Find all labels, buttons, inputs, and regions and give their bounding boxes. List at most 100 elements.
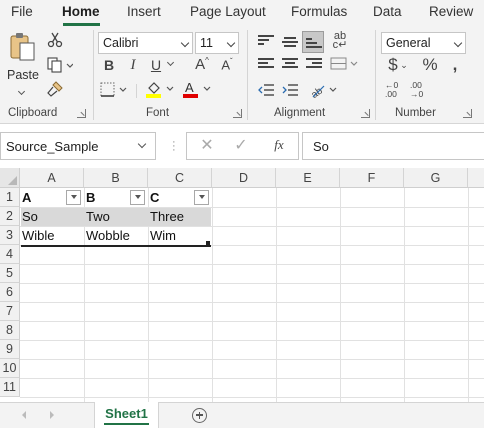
column-header-d[interactable]: D [212, 168, 276, 188]
column-header-partial[interactable] [468, 168, 484, 188]
number-format-select[interactable]: General [381, 32, 466, 54]
row-header-7[interactable]: 7 [0, 302, 20, 321]
align-top-button[interactable] [258, 35, 274, 47]
column-header-f[interactable]: F [340, 168, 404, 188]
borders-button[interactable] [100, 82, 128, 98]
table-cell-c3[interactable]: Wim [148, 226, 212, 245]
clipboard-launcher-icon[interactable] [77, 109, 86, 118]
font-family-select[interactable]: Calibri [98, 32, 193, 54]
row-header-11[interactable]: 11 [0, 378, 20, 397]
wrap-text-button[interactable]: ab c↵ [332, 31, 348, 51]
column-header-c[interactable]: C [148, 168, 212, 188]
table-cell-a2[interactable]: So [20, 207, 84, 226]
name-box[interactable]: Source_Sample [0, 132, 156, 160]
paste-button[interactable]: Paste [6, 32, 40, 88]
align-bottom-button[interactable] [302, 31, 324, 53]
font-color-icon: A [183, 80, 211, 98]
column-header-b[interactable]: B [84, 168, 148, 188]
select-all-button[interactable] [0, 168, 20, 188]
row-header-9[interactable]: 9 [0, 340, 20, 359]
filter-dropdown-icon[interactable] [130, 190, 145, 205]
chevron-down-icon [226, 38, 236, 48]
column-header-e[interactable]: E [276, 168, 340, 188]
table-cell-a3[interactable]: Wible [20, 226, 84, 245]
column-header-g[interactable]: G [404, 168, 468, 188]
decrease-font-size-button[interactable]: Aˇ [219, 58, 235, 72]
insert-function-button[interactable]: fx [269, 138, 289, 151]
table-cell-b2[interactable]: Two [84, 207, 148, 226]
row-header-3[interactable]: 3 [0, 226, 20, 245]
format-painter-button[interactable] [46, 81, 64, 99]
filter-dropdown-icon[interactable] [194, 190, 209, 205]
sheet-tab-bar: Sheet1 [0, 402, 484, 428]
filter-dropdown-icon[interactable] [66, 190, 81, 205]
fill-color-button[interactable] [145, 80, 177, 98]
enter-check-icon[interactable]: ✓ [233, 138, 249, 154]
paste-dropdown-chevron-icon[interactable] [17, 87, 26, 96]
increase-decimal-button[interactable]: ←0.00 [385, 81, 405, 99]
underline-button[interactable]: U [149, 58, 163, 72]
gridline [20, 397, 484, 398]
chevron-down-icon [180, 38, 190, 48]
cut-button[interactable] [46, 32, 64, 50]
formula-bar: Source_Sample · · · ✕ ✓ fx So [0, 130, 484, 162]
gridline [20, 340, 484, 341]
alignment-launcher-icon[interactable] [361, 109, 370, 118]
paste-label: Paste [7, 68, 39, 82]
underline-dropdown-chevron-icon[interactable] [166, 58, 175, 67]
font-color-button[interactable]: A [182, 80, 214, 98]
add-sheet-icon[interactable] [192, 408, 207, 423]
table-cell-b3[interactable]: Wobble [84, 226, 148, 245]
tab-formulas[interactable]: Formulas [291, 4, 347, 19]
increase-indent-button[interactable] [281, 83, 299, 97]
row-header-4[interactable]: 4 [0, 245, 20, 264]
align-right-button[interactable] [306, 58, 322, 70]
align-middle-button[interactable] [282, 37, 298, 49]
column-header-a[interactable]: A [20, 168, 84, 188]
row-header-6[interactable]: 6 [0, 283, 20, 302]
scroll-left-icon[interactable] [22, 411, 26, 419]
bold-button[interactable]: B [102, 58, 116, 72]
align-center-button[interactable] [282, 58, 298, 70]
sheet-tab-label: Sheet1 [105, 406, 148, 421]
scroll-right-icon[interactable] [50, 411, 54, 419]
font-launcher-icon[interactable] [233, 109, 242, 118]
tab-home[interactable]: Home [62, 4, 100, 19]
align-left-button[interactable] [258, 58, 274, 70]
decrease-decimal-button[interactable]: .00 →0 [410, 81, 430, 99]
table-resize-handle[interactable] [206, 241, 210, 245]
comma-style-button[interactable]: , [449, 56, 461, 73]
tab-insert[interactable]: Insert [127, 4, 161, 19]
group-divider [136, 84, 137, 98]
increase-font-size-button[interactable]: A^ [194, 57, 210, 73]
gridline [20, 359, 484, 360]
number-launcher-icon[interactable] [463, 109, 472, 118]
row-header-2[interactable]: 2 [0, 207, 20, 226]
text-orientation-icon: ab [309, 85, 337, 101]
percent-style-button[interactable]: % [421, 56, 439, 73]
formula-bar-grip-icon: · · · [172, 136, 176, 156]
cancel-icon[interactable]: ✕ [199, 138, 215, 154]
tab-review[interactable]: Review [429, 4, 473, 19]
italic-button[interactable]: I [126, 58, 140, 73]
tab-data[interactable]: Data [373, 4, 402, 19]
row-header-1[interactable]: 1 [0, 188, 20, 207]
gridline [468, 188, 469, 402]
row-header-10[interactable]: 10 [0, 359, 20, 378]
formula-value: So [313, 139, 329, 154]
tab-page-layout[interactable]: Page Layout [190, 4, 266, 19]
gridline [20, 283, 484, 284]
gridline [404, 188, 405, 402]
row-header-8[interactable]: 8 [0, 321, 20, 340]
outdent-icon [258, 84, 274, 96]
merge-center-button[interactable] [330, 56, 358, 72]
formula-input[interactable]: So [302, 132, 484, 160]
copy-button[interactable] [46, 57, 74, 75]
table-cell-c2[interactable]: Three [148, 207, 212, 226]
tab-file[interactable]: File [11, 4, 33, 19]
decrease-indent-button[interactable] [257, 83, 275, 97]
font-size-select[interactable]: 11 [195, 32, 239, 54]
orientation-button[interactable]: ab [309, 82, 340, 101]
row-header-5[interactable]: 5 [0, 264, 20, 283]
accounting-format-button[interactable]: $ ⌄ [385, 56, 411, 73]
